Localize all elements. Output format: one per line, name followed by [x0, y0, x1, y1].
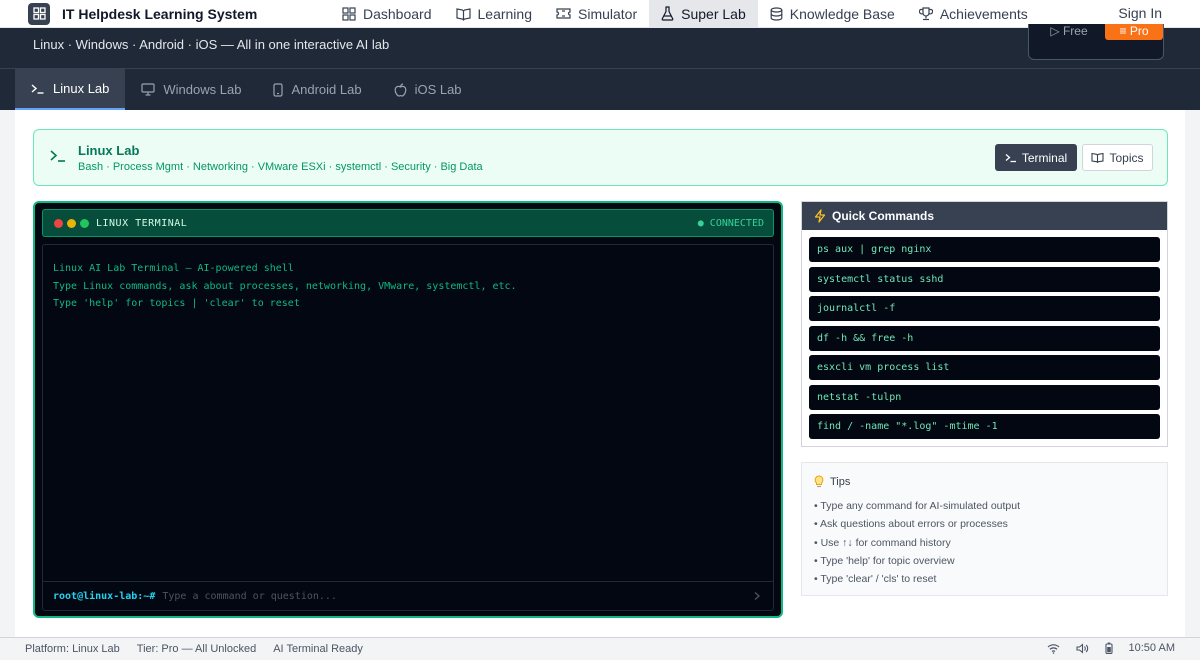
banner-title: Linux Lab [78, 143, 140, 158]
quick-command-item[interactable]: esxcli vm process list [809, 355, 1160, 380]
book-icon [1091, 152, 1109, 163]
nav-label: Simulator [578, 5, 638, 22]
lab-header: Linux · Windows · Android · iOS — All in… [0, 24, 1200, 68]
tip-item: • Type 'clear' / 'cls' to reset [814, 573, 937, 586]
terminal-line: Type 'help' for topics | 'clear' to rese… [53, 298, 300, 309]
tab-windows-lab[interactable]: Windows Lab [125, 69, 257, 110]
terminal-command-input[interactable] [162, 590, 723, 602]
clock-time: 10:50 AM [1128, 642, 1175, 654]
terminal-button[interactable]: Terminal [995, 144, 1077, 171]
plan-toggle: ▷ Free ≡ Pro [1028, 24, 1164, 60]
nav-achievements[interactable]: Achievements [907, 0, 1040, 28]
nav-knowledge-base[interactable]: Knowledge Base [758, 0, 907, 28]
tab-label: Linux Lab [53, 81, 110, 96]
topics-button-label: Topics [1109, 150, 1144, 165]
quick-commands-panel: Quick Commands ps aux | grep nginx syste… [801, 201, 1168, 447]
top-nav: IT Helpdesk Learning System Dashboard Le… [0, 0, 1200, 28]
nav-simulator[interactable]: Simulator [544, 0, 649, 28]
minimize-dot-icon [67, 219, 76, 228]
quick-command-item[interactable]: df -h && free -h [809, 325, 1160, 351]
tip-item: • Type 'help' for topic overview [814, 554, 955, 567]
tab-label: Android Lab [291, 82, 362, 97]
tip-item: • Ask questions about errors or processe… [814, 518, 1008, 531]
terminal-header: LINUX TERMINAL ● CONNECTED [42, 209, 774, 237]
system-tray: 10:50 AM [1047, 642, 1175, 654]
nav-dashboard[interactable]: Dashboard [330, 0, 444, 28]
linux-terminal: LINUX TERMINAL ● CONNECTED Linux AI Lab … [33, 201, 783, 618]
lab-tabs: Linux Lab Windows Lab Android Lab iOS La… [0, 68, 1200, 110]
tab-label: Windows Lab [163, 82, 242, 97]
ai-status: AI Terminal Ready [273, 643, 363, 655]
tips-header: Tips [814, 475, 1155, 488]
platform-status: Platform: Linux Lab [25, 643, 120, 655]
monitor-icon [141, 83, 163, 96]
plan-pro-button[interactable]: ≡ Pro [1105, 24, 1163, 40]
terminal-input-row: root@linux-lab:~# [42, 581, 774, 611]
database-icon [770, 6, 790, 21]
quick-commands-header: Quick Commands [802, 202, 1167, 230]
quick-command-item[interactable]: systemctl status sshd [809, 266, 1160, 292]
terminal-icon [31, 83, 53, 95]
tab-linux-lab[interactable]: Linux Lab [15, 69, 126, 110]
tips-panel: Tips • Type any command for AI-simulated… [801, 462, 1168, 596]
terminal-prompt: root@linux-lab:~# [53, 590, 156, 602]
ticket-icon [556, 7, 578, 20]
grid-icon [342, 6, 363, 21]
nav-super-lab[interactable]: Super Lab [649, 0, 758, 28]
app-title: IT Helpdesk Learning System [62, 5, 258, 22]
tab-label: iOS Lab [414, 82, 462, 97]
nav-label: Knowledge Base [789, 5, 895, 22]
trophy-icon [918, 6, 940, 21]
quick-commands-title: Quick Commands [832, 209, 935, 223]
tip-item: • Use ↑↓ for command history [814, 536, 951, 549]
quick-command-item[interactable]: journalctl -f [809, 296, 1160, 321]
maximize-dot-icon [80, 219, 89, 228]
volume-icon[interactable] [1075, 642, 1105, 654]
battery-icon[interactable] [1104, 642, 1129, 654]
quick-command-item[interactable]: ps aux | grep nginx [809, 237, 1160, 262]
plan-free-button[interactable]: ▷ Free [1037, 24, 1101, 40]
lab-subtitle: Linux · Windows · Android · iOS — All in… [33, 37, 390, 52]
nav-label: Learning [477, 5, 533, 22]
terminal-button-label: Terminal [1021, 150, 1068, 165]
brand[interactable]: IT Helpdesk Learning System [0, 2, 330, 25]
send-arrow-icon[interactable] [753, 591, 761, 601]
wifi-icon[interactable] [1047, 643, 1076, 654]
quick-commands-list: ps aux | grep nginx systemctl status ssh… [802, 230, 1167, 439]
lightbulb-icon [814, 475, 830, 488]
book-icon [455, 7, 478, 21]
terminal-output[interactable]: Linux AI Lab Terminal — AI-powered shell… [42, 244, 774, 581]
brand-logo-icon [28, 2, 50, 25]
terminal-icon [50, 149, 66, 163]
terminal-title: LINUX TERMINAL [96, 218, 188, 229]
apple-icon [394, 82, 415, 97]
flask-icon [661, 6, 681, 21]
quick-command-item[interactable]: find / -name "*.log" -mtime -1 [809, 414, 1160, 439]
terminal-icon [1005, 153, 1022, 163]
tab-ios-lab[interactable]: iOS Lab [378, 69, 478, 110]
tips-title: Tips [830, 475, 851, 488]
smartphone-icon [273, 82, 291, 97]
nav-label: Super Lab [681, 5, 746, 22]
tip-item: • Type any command for AI-simulated outp… [814, 500, 1021, 512]
lightning-icon [814, 209, 832, 223]
status-bar: Platform: Linux Lab Tier: Pro — All Unlo… [0, 637, 1200, 660]
close-dot-icon [54, 219, 63, 228]
tier-status: Tier: Pro — All Unlocked [136, 643, 257, 655]
terminal-line: Type Linux commands, ask about processes… [53, 280, 517, 292]
tab-android-lab[interactable]: Android Lab [257, 69, 377, 110]
connection-status: ● CONNECTED [697, 218, 764, 229]
terminal-line: Linux AI Lab Terminal — AI-powered shell [53, 263, 294, 274]
sign-in-link[interactable]: Sign In [1118, 5, 1162, 21]
nav-label: Dashboard [363, 5, 432, 22]
nav-learning[interactable]: Learning [444, 0, 545, 28]
lab-banner: Linux Lab Bash · Process Mgmt · Networki… [33, 129, 1168, 186]
banner-topics: Bash · Process Mgmt · Networking · VMwar… [78, 161, 483, 173]
lab-content: Linux Lab Bash · Process Mgmt · Networki… [15, 110, 1185, 637]
quick-command-item[interactable]: netstat -tulpn [809, 384, 1160, 410]
main-nav: Dashboard Learning Simulator Super Lab K… [330, 0, 1040, 28]
topics-button[interactable]: Topics [1082, 144, 1153, 171]
nav-label: Achievements [939, 5, 1028, 22]
